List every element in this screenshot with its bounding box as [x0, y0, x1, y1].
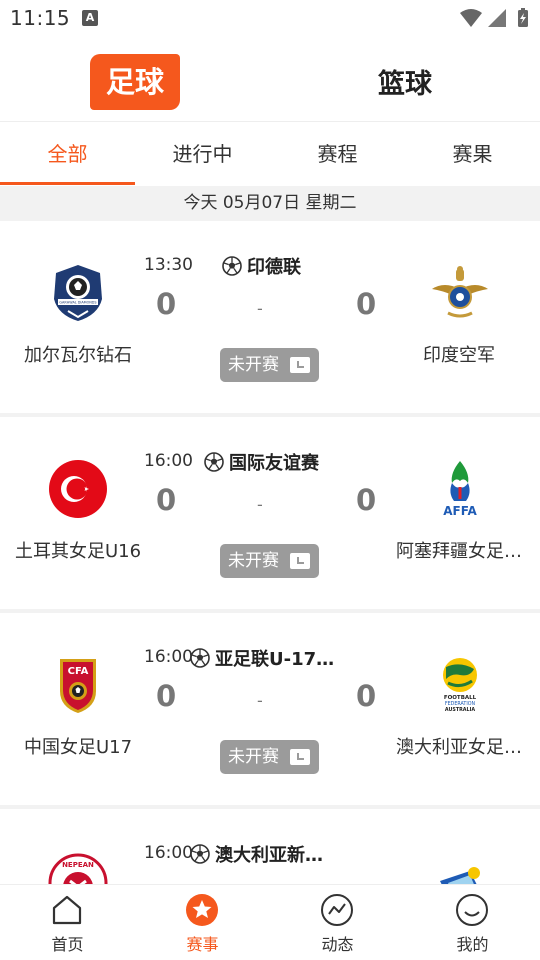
signal-icon	[488, 9, 506, 27]
star-icon	[186, 894, 218, 926]
match-status-badge[interactable]: 未开赛	[220, 348, 319, 382]
clock-icon	[290, 553, 310, 569]
league-label: 印德联	[247, 257, 301, 278]
score-separator: -	[257, 299, 263, 318]
wifi-icon	[460, 9, 482, 27]
status-bar: 11:15 A	[0, 0, 540, 36]
tab-all[interactable]: 全部	[0, 123, 135, 185]
svg-text:NEPEAN: NEPEAN	[62, 861, 94, 869]
status-label: 未开赛	[228, 747, 279, 767]
match-time: 16:00	[144, 451, 193, 471]
filter-tabs: 全部 进行中 赛程 赛果	[0, 123, 540, 185]
soccer-ball-icon	[204, 452, 224, 472]
match-card[interactable]: CFA 中国女足U17 16:00 亚足联U-17… 0 - 0 未开赛 FOO…	[0, 613, 540, 809]
team-logo-turkey	[49, 460, 107, 518]
system-icons	[460, 8, 528, 27]
tab-basketball[interactable]: 篮球	[350, 62, 460, 101]
trend-icon	[321, 894, 353, 926]
home-icon	[52, 895, 82, 925]
tab-schedule[interactable]: 赛程	[270, 123, 405, 185]
sport-tabs: 足球 篮球	[0, 36, 540, 122]
match-card[interactable]: NEPEAN 16:00 澳大利亚新…	[0, 809, 540, 884]
home-team-name: 土耳其女足U16	[14, 541, 142, 562]
svg-text:AFFA: AFFA	[443, 504, 477, 518]
svg-text:GARHWAL DIAMONDS: GARHWAL DIAMONDS	[59, 301, 96, 305]
away-team-name: 澳大利亚女足…	[396, 737, 522, 758]
soccer-ball-icon	[190, 648, 210, 668]
league-name: 印德联	[222, 253, 301, 279]
league-name: 亚足联U-17…	[190, 645, 334, 671]
tab-live[interactable]: 进行中	[135, 123, 270, 185]
home-team-name: 加尔瓦尔钻石	[24, 345, 132, 366]
match-time: 16:00	[144, 647, 193, 667]
score-separator: -	[257, 691, 263, 710]
nav-news[interactable]: 动态	[270, 885, 405, 960]
date-header: 今天 05月07日 星期二	[0, 186, 540, 221]
svg-text:FOOTBALL: FOOTBALL	[444, 695, 477, 701]
nav-label: 动态	[321, 935, 354, 954]
league-name: 澳大利亚新…	[190, 841, 323, 867]
match-time: 16:00	[144, 843, 193, 863]
home-score: 0	[156, 679, 177, 713]
team-logo-ffa: FOOTBALL FEDERATION AUSTRALIA	[443, 658, 477, 713]
match-status-badge[interactable]: 未开赛	[220, 740, 319, 774]
score-separator: -	[257, 495, 263, 514]
bottom-nav: 首页 赛事 动态 我的	[0, 884, 540, 960]
clock-icon	[290, 357, 310, 373]
league-label: 澳大利亚新…	[215, 845, 323, 866]
team-logo-cfa: CFA	[60, 659, 96, 713]
team-logo-away-partial	[440, 867, 480, 884]
svg-text:FEDERATION: FEDERATION	[445, 701, 476, 707]
smile-icon	[456, 894, 488, 926]
away-team-name: 印度空军	[423, 345, 495, 366]
league-label: 亚足联U-17…	[215, 649, 335, 670]
soccer-ball-icon	[190, 844, 210, 864]
match-card[interactable]: 土耳其女足U16 16:00 国际友谊赛 0 - 0 未开赛 AFFA 阿塞拜疆…	[0, 417, 540, 613]
svg-text:AUSTRALIA: AUSTRALIA	[445, 707, 475, 713]
home-score: 0	[156, 287, 177, 321]
svg-text:CFA: CFA	[68, 666, 89, 677]
battery-icon	[518, 8, 528, 27]
league-name: 国际友谊赛	[204, 449, 319, 475]
home-team-name: 中国女足U17	[23, 737, 133, 758]
match-status-badge[interactable]: 未开赛	[220, 544, 319, 578]
tab-results[interactable]: 赛果	[405, 123, 540, 185]
status-time: 11:15	[10, 6, 71, 30]
match-list: GARHWAL DIAMONDS 加尔瓦尔钻石 13:30 印德联 0 - 0 …	[0, 221, 540, 884]
status-label: 未开赛	[228, 355, 279, 375]
away-score: 0	[356, 679, 377, 713]
clock-icon	[290, 749, 310, 765]
away-score: 0	[356, 287, 377, 321]
nav-matches[interactable]: 赛事	[135, 885, 270, 960]
league-label: 国际友谊赛	[229, 453, 319, 474]
away-team-name: 阿塞拜疆女足…	[396, 541, 522, 562]
soccer-ball-icon	[222, 256, 242, 276]
team-logo-affa: AFFA	[443, 461, 478, 518]
tab-football[interactable]: 足球	[90, 54, 180, 110]
match-time: 13:30	[144, 255, 193, 275]
nav-label: 首页	[51, 935, 84, 954]
team-logo-nepean: NEPEAN	[48, 853, 108, 884]
notification-a-icon: A	[82, 10, 98, 26]
nav-label: 赛事	[186, 935, 219, 954]
team-logo-indian-air-force	[432, 266, 488, 318]
nav-home[interactable]: 首页	[0, 885, 135, 960]
status-label: 未开赛	[228, 551, 279, 571]
away-score: 0	[356, 483, 377, 517]
match-card[interactable]: GARHWAL DIAMONDS 加尔瓦尔钻石 13:30 印德联 0 - 0 …	[0, 221, 540, 417]
home-score: 0	[156, 483, 177, 517]
nav-label: 我的	[456, 935, 489, 954]
nav-profile[interactable]: 我的	[405, 885, 540, 960]
team-logo-garhwal: GARHWAL DIAMONDS	[54, 265, 102, 321]
